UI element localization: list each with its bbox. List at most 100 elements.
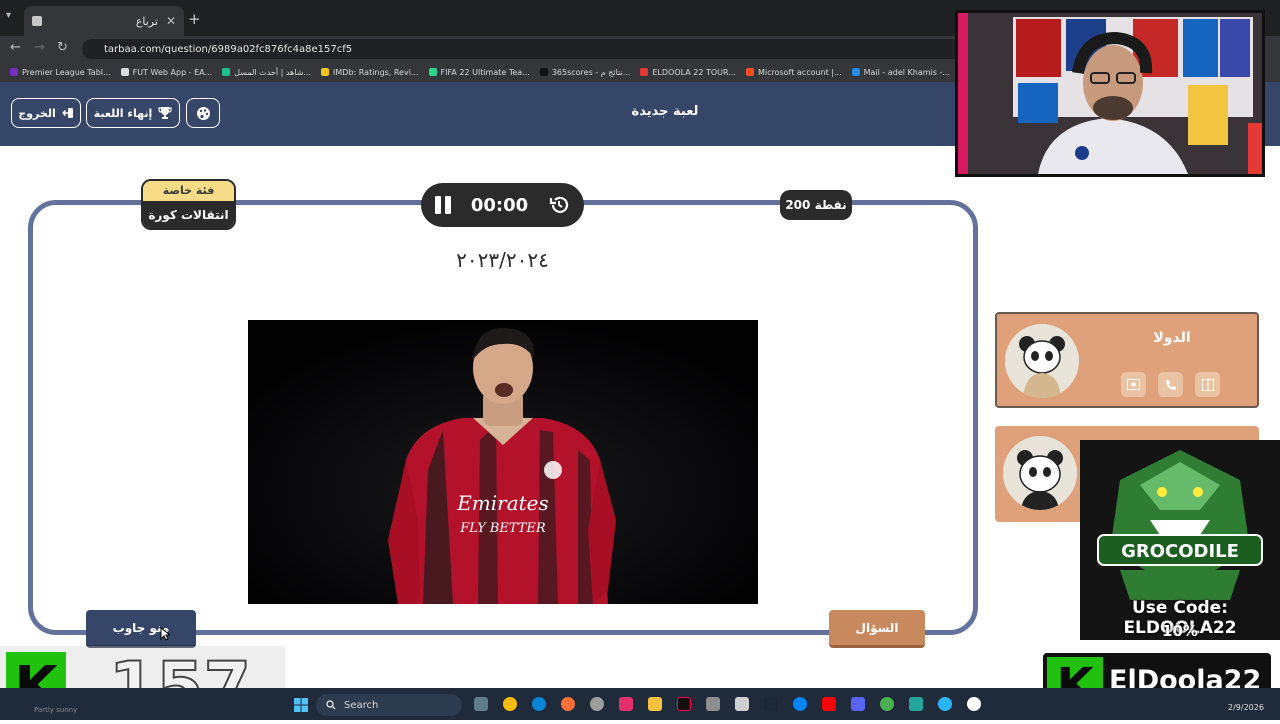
question-text: ٢٠٢٣/٢٠٢٤ bbox=[456, 248, 549, 272]
instagram-icon[interactable] bbox=[619, 697, 633, 711]
team-card: الدولا bbox=[995, 312, 1259, 408]
bookmark-item[interactable]: IMDb: Ratings, Revi... bbox=[321, 68, 419, 77]
promo-discount: 10% bbox=[1162, 622, 1198, 640]
bookmark-favicon-icon bbox=[10, 68, 18, 76]
messenger-icon[interactable] bbox=[793, 697, 807, 711]
panda-avatar bbox=[1005, 324, 1079, 398]
close-tab-icon[interactable]: ✕ bbox=[166, 14, 176, 28]
trophy-icon bbox=[158, 107, 172, 119]
lifeline-photo-icon[interactable] bbox=[1121, 372, 1146, 397]
windows-start-icon[interactable] bbox=[294, 697, 308, 716]
mouse-cursor-icon bbox=[160, 626, 172, 645]
player-photo: Emirates FLY BETTER bbox=[248, 320, 758, 604]
firefox-icon[interactable] bbox=[561, 697, 575, 711]
bookmark-label: FIFA 22 Ultimate Tea... bbox=[440, 67, 530, 77]
file-explorer-icon[interactable] bbox=[648, 697, 662, 711]
taskbar-date: 2/9/2026 bbox=[1228, 703, 1264, 712]
color-app-icon[interactable] bbox=[880, 697, 894, 711]
points-badge: 200 نقطة bbox=[780, 190, 852, 220]
bookmark-favicon-icon bbox=[640, 68, 649, 76]
shirt-sponsor: Emirates bbox=[456, 491, 549, 515]
bookmark-item[interactable]: FIFA 22 Ultimate Tea... bbox=[428, 67, 530, 77]
steam-icon[interactable] bbox=[764, 697, 778, 711]
back-icon[interactable]: ← bbox=[10, 40, 21, 55]
tiktok-icon[interactable] bbox=[677, 697, 691, 711]
bookmark-label: Premier League Tabl... bbox=[22, 67, 111, 77]
exit-label: الخروج bbox=[18, 106, 56, 120]
obs-icon[interactable] bbox=[590, 697, 604, 711]
bookmark-favicon-icon bbox=[851, 68, 860, 76]
end-game-label: إنهاء اللعبة bbox=[93, 106, 153, 120]
tab-title: ترباع bbox=[135, 14, 158, 28]
bookmark-favicon-icon bbox=[428, 68, 437, 76]
task-view-icon[interactable] bbox=[474, 697, 488, 711]
bookmark-favicon-icon bbox=[222, 68, 231, 76]
category-label: فئة خاصة bbox=[143, 181, 234, 201]
bookmark-item[interactable]: Mail - adel Khamis -... bbox=[851, 67, 950, 77]
bookmark-item[interactable]: FUT Web App - EA... bbox=[120, 67, 213, 77]
question-image: Emirates FLY BETTER bbox=[248, 320, 758, 604]
shirt-slogan: FLY BETTER bbox=[459, 521, 546, 536]
panda-avatar bbox=[1003, 436, 1077, 510]
url-bar[interactable]: tarbaa.com/question/6989a02fc876fc4a8e15… bbox=[82, 39, 962, 59]
bookmark-label: ELDOOLA 22 TOUR... bbox=[652, 67, 736, 77]
capcut-icon[interactable] bbox=[735, 697, 749, 711]
url-text: tarbaa.com/question/6989a02fc876fc4a8e15… bbox=[104, 43, 353, 55]
club-crest-icon bbox=[544, 461, 562, 479]
bookmark-item[interactable]: Microsoft account |... bbox=[745, 67, 842, 77]
timer: 00:00 bbox=[421, 183, 584, 227]
bookmark-item[interactable]: شاهد | أحدث المسل... bbox=[222, 68, 311, 77]
bookmark-label: FUT Web App - EA... bbox=[132, 67, 213, 77]
bookmark-label: Microsoft account |... bbox=[757, 67, 842, 77]
category-badge: فئة خاصة انتقالات كورة bbox=[141, 179, 236, 230]
logout-icon bbox=[62, 108, 73, 118]
bookmark-label: Mail - adel Khamis -... bbox=[863, 67, 950, 77]
taskbar bbox=[0, 688, 1280, 720]
reload-icon[interactable]: ↻ bbox=[57, 40, 68, 55]
telegram-icon[interactable] bbox=[938, 697, 952, 711]
team-name: الدولا bbox=[1153, 330, 1191, 346]
chrome-icon[interactable] bbox=[503, 697, 517, 711]
category-name: انتقالات كورة bbox=[143, 201, 234, 228]
taskbar-search[interactable]: Search bbox=[316, 694, 462, 716]
bookmark-label: شاهد | أحدث المسل... bbox=[234, 67, 312, 77]
music-icon[interactable] bbox=[967, 697, 981, 711]
end-game-button[interactable]: إنهاء اللعبة bbox=[86, 98, 180, 128]
app-icon[interactable] bbox=[706, 697, 720, 711]
youtube-icon[interactable] bbox=[822, 697, 836, 711]
page-title: لعبة جديدة bbox=[631, 104, 699, 119]
bookmark-favicon-icon bbox=[120, 68, 129, 76]
palette-icon bbox=[196, 106, 210, 120]
logo-word: GROCODILE bbox=[1121, 541, 1239, 562]
search-icon bbox=[326, 700, 336, 710]
bookmark-item[interactable]: Premier League Tabl... bbox=[10, 68, 111, 77]
weather-text: Partly sunny bbox=[34, 706, 78, 714]
browser-tab[interactable]: ترباع ✕ bbox=[24, 6, 184, 36]
bookmark-favicon-icon bbox=[321, 68, 330, 76]
whatsapp-icon[interactable] bbox=[909, 697, 923, 711]
bookmark-label: IMDb: Ratings, Revi... bbox=[333, 67, 419, 77]
bookmark-item[interactable]: ELDOOLA 22 TOUR... bbox=[640, 68, 736, 77]
new-tab-icon[interactable]: + bbox=[188, 10, 201, 28]
edge-icon[interactable] bbox=[532, 697, 546, 711]
lifeline-call-icon[interactable] bbox=[1158, 372, 1183, 397]
forward-icon[interactable]: → bbox=[34, 40, 45, 55]
tab-search-icon[interactable]: ▾ bbox=[6, 10, 11, 21]
pause-icon[interactable] bbox=[435, 196, 451, 214]
search-label: Search bbox=[344, 699, 379, 711]
lifeline-swap-icon[interactable] bbox=[1195, 372, 1220, 397]
who-answered-button[interactable]: منو جاوب bbox=[86, 610, 196, 648]
timer-value: 00:00 bbox=[470, 194, 529, 216]
exit-button[interactable]: الخروج bbox=[11, 98, 81, 128]
discord-icon[interactable] bbox=[851, 697, 865, 711]
bookmark-label: 365scores - نتائج م... bbox=[551, 67, 631, 77]
bookmark-item[interactable]: 365scores - نتائج م... bbox=[539, 67, 631, 77]
palette-button[interactable] bbox=[186, 98, 220, 128]
reset-timer-icon[interactable] bbox=[548, 194, 570, 216]
question-button[interactable]: السؤال bbox=[829, 610, 925, 648]
promo-overlay: GROCODILE Use Code: ELDOOLA22 10% bbox=[1080, 440, 1280, 640]
webcam-overlay bbox=[955, 10, 1265, 177]
bookmark-favicon-icon bbox=[745, 68, 754, 76]
bookmark-favicon-icon bbox=[539, 68, 548, 76]
tab-favicon-icon bbox=[32, 16, 42, 26]
